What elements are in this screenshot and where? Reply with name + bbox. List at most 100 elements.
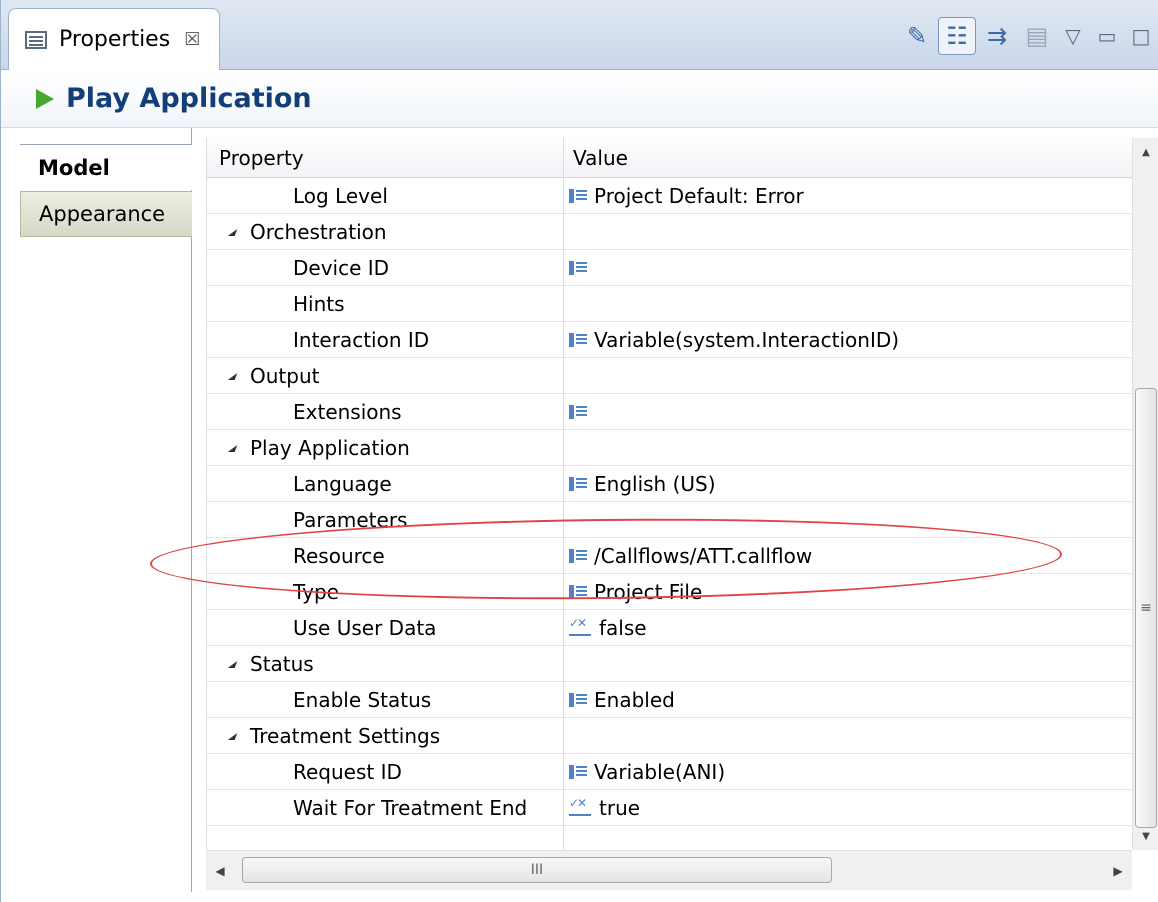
property-name: Wait For Treatment End (293, 796, 528, 820)
group-row[interactable]: Play Application (207, 430, 1132, 466)
property-name: Orchestration (250, 220, 387, 244)
group-row[interactable]: Orchestration (207, 214, 1132, 250)
property-name: Device ID (293, 256, 390, 280)
maximize-icon[interactable]: □ (1124, 17, 1158, 55)
pin-icon[interactable]: ✎ (898, 17, 936, 55)
value-cell[interactable]: Project File (569, 574, 702, 610)
value-cell[interactable]: Variable(system.InteractionID) (569, 322, 899, 358)
property-name: Status (250, 652, 314, 676)
table-row[interactable]: Log Level Project Default: Error (207, 178, 1132, 214)
property-value: Project File (594, 580, 703, 604)
list-value-icon (569, 189, 587, 203)
table-row[interactable]: Resource/Callflows/ATT.callflow (207, 538, 1132, 574)
value-cell[interactable]: Enabled (569, 682, 675, 718)
scroll-left-icon[interactable]: ◀ (206, 851, 234, 891)
expand-toggle-icon[interactable] (227, 660, 238, 668)
tab-model[interactable]: Model (20, 144, 192, 190)
property-value: /Callflows/ATT.callflow (594, 544, 813, 568)
column-separator[interactable] (563, 138, 564, 850)
property-value: true (599, 796, 641, 820)
horizontal-scroll-thumb[interactable]: III (242, 857, 832, 883)
value-cell[interactable] (569, 250, 594, 286)
scroll-up-icon[interactable]: ▲ (1133, 138, 1158, 166)
minimize-icon[interactable]: ▭ (1090, 17, 1124, 55)
property-name: Hints (293, 292, 345, 316)
horizontal-scrollbar[interactable]: ◀ III ▶ (206, 850, 1132, 890)
value-cell[interactable]: Project Default: Error (569, 178, 804, 214)
table-row[interactable]: Hints (207, 286, 1132, 322)
group-row[interactable]: Status (207, 646, 1132, 682)
value-cell[interactable] (569, 394, 594, 430)
property-name: Interaction ID (293, 328, 430, 352)
group-row[interactable]: Treatment Settings (207, 718, 1132, 754)
boolean-value-icon (569, 796, 593, 816)
properties-tab[interactable]: Properties ☒ (8, 8, 220, 70)
property-cell: Interaction ID (293, 322, 429, 358)
expand-toggle-icon[interactable] (227, 228, 238, 236)
list-value-icon (569, 261, 587, 275)
list-value-icon (569, 405, 587, 419)
property-value: Project Default: Error (594, 184, 804, 208)
page-title: Play Application (66, 83, 312, 114)
properties-view-icon (25, 30, 47, 49)
value-cell[interactable]: false (569, 610, 647, 646)
expand-toggle-icon[interactable] (227, 444, 238, 452)
table-row[interactable]: Interaction ID Variable(system.Interactio… (207, 322, 1132, 358)
list-value-icon (569, 585, 587, 599)
property-grid: Property Value Log Level Project Default:… (206, 138, 1132, 850)
property-cell: Hints (293, 286, 345, 322)
property-value: English (US) (594, 472, 716, 496)
table-row[interactable]: Language English (US) (207, 466, 1132, 502)
table-row[interactable]: Device ID (207, 250, 1132, 286)
table-row[interactable]: Parameters (207, 502, 1132, 538)
tab-appearance[interactable]: Appearance (20, 191, 192, 237)
property-cell: Use User Data (293, 610, 436, 646)
view-menu-icon[interactable]: ▽ (1056, 17, 1090, 55)
scroll-right-icon[interactable]: ▶ (1104, 851, 1132, 891)
list-value-icon (569, 765, 587, 779)
property-name: Treatment Settings (250, 724, 441, 748)
property-cell: Output (227, 358, 319, 394)
filter-icon[interactable]: ⇉ (978, 17, 1016, 55)
expand-toggle-icon[interactable] (227, 732, 238, 740)
property-cell: Type (293, 574, 339, 610)
tree-icon[interactable]: ☷ (938, 17, 976, 55)
vertical-scroll-thumb[interactable]: ≡ (1135, 388, 1157, 828)
property-name: Log Level (293, 184, 388, 208)
value-column-header[interactable]: Value (573, 138, 628, 178)
value-cell[interactable]: true (569, 790, 640, 826)
property-cell: Orchestration (227, 214, 387, 250)
property-name: Use User Data (293, 616, 437, 640)
property-cell: Request ID (293, 754, 402, 790)
title-row: Play Application (0, 70, 1158, 128)
boolean-value-icon (569, 616, 593, 636)
table-row[interactable]: Wait For Treatment End true (207, 790, 1132, 826)
property-cell: Resource (293, 538, 385, 574)
group-row[interactable]: Output (207, 358, 1132, 394)
property-name: Type (293, 580, 339, 604)
list-value-icon (569, 693, 587, 707)
table-row[interactable]: Enable Status Enabled (207, 682, 1132, 718)
property-column-header[interactable]: Property (219, 138, 304, 178)
value-cell[interactable]: Variable(ANI) (569, 754, 725, 790)
property-cell: Treatment Settings (227, 718, 441, 754)
expand-toggle-icon[interactable] (227, 372, 238, 380)
tab-model-label: Model (38, 155, 110, 180)
properties-tab-label: Properties (59, 27, 171, 52)
table-row[interactable]: Request ID Variable(ANI) (207, 754, 1132, 790)
list-value-icon (569, 549, 587, 563)
property-cell: Status (227, 646, 314, 682)
scroll-down-icon[interactable]: ▼ (1133, 822, 1158, 850)
property-cell: Wait For Treatment End (293, 790, 527, 826)
table-row[interactable]: Extensions (207, 394, 1132, 430)
close-tab-icon[interactable]: ☒ (184, 29, 200, 50)
restore-icon[interactable]: ▤ (1018, 17, 1056, 55)
table-row[interactable]: Type Project File (207, 574, 1132, 610)
value-cell[interactable]: /Callflows/ATT.callflow (569, 538, 812, 574)
property-name: Request ID (293, 760, 402, 784)
property-value: Variable(system.InteractionID) (594, 328, 900, 352)
property-name: Extensions (293, 400, 402, 424)
vertical-scrollbar[interactable]: ▲ ≡ ▼ (1132, 138, 1158, 850)
value-cell[interactable]: English (US) (569, 466, 716, 502)
table-row[interactable]: Use User Data false (207, 610, 1132, 646)
